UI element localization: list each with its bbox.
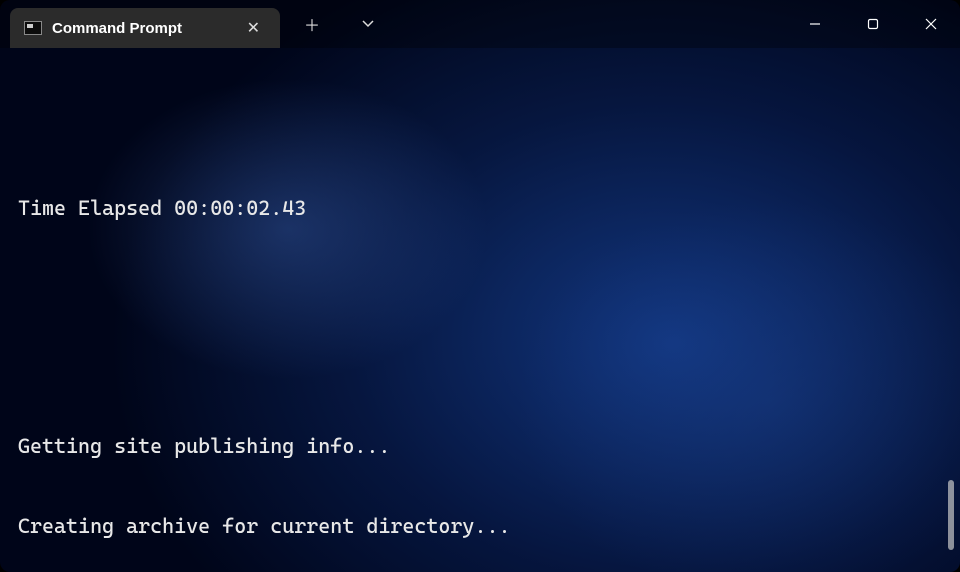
maximize-button[interactable] [844, 0, 902, 48]
minimize-button[interactable] [786, 0, 844, 48]
chevron-down-icon [362, 20, 374, 28]
maximize-icon [866, 17, 880, 31]
cmd-icon [24, 21, 42, 35]
scrollbar-thumb[interactable] [948, 480, 954, 550]
terminal-output[interactable]: Time Elapsed 00:00:02.43 Getting site pu… [0, 48, 960, 572]
terminal-window: Command Prompt ✕ ＋ Time Elapsed 00:00:02… [0, 0, 960, 572]
output-line: Time Elapsed 00:00:02.43 [18, 195, 942, 222]
window-controls [786, 0, 960, 48]
output-line: Creating archive for current directory..… [18, 513, 942, 540]
minimize-icon [808, 17, 822, 31]
new-tab-button[interactable]: ＋ [284, 0, 340, 48]
close-icon [924, 17, 938, 31]
titlebar-actions: ＋ [284, 0, 396, 48]
tab-title: Command Prompt [52, 20, 231, 37]
close-window-button[interactable] [902, 0, 960, 48]
titlebar: Command Prompt ✕ ＋ [0, 0, 960, 48]
tab-command-prompt[interactable]: Command Prompt ✕ [10, 8, 280, 48]
close-tab-button[interactable]: ✕ [241, 16, 266, 40]
tab-dropdown-button[interactable] [340, 0, 396, 48]
output-line: Getting site publishing info... [18, 433, 942, 460]
